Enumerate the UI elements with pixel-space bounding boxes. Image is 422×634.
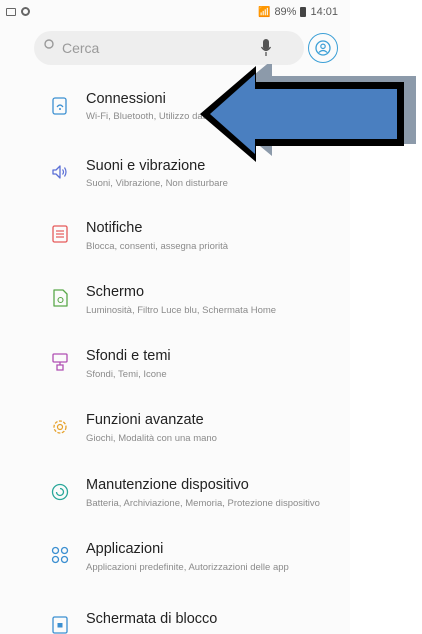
battery-icon	[300, 7, 307, 17]
item-subtitle: Suoni, Vibrazione, Non disturbare	[86, 178, 228, 189]
settings-item-schermata-blocco[interactable]: Schermata di blocco	[0, 588, 350, 634]
battery-percent: 89%	[274, 6, 297, 18]
settings-item-funzioni-avanzate[interactable]: Funzioni avanzate Giochi, Modalità con u…	[0, 396, 350, 460]
settings-item-schermo[interactable]: Schermo Luminosità, Filtro Luce blu, Sch…	[0, 268, 350, 332]
signal-icon: 📶	[257, 6, 271, 18]
item-subtitle: Luminosità, Filtro Luce blu, Schermata H…	[86, 305, 277, 316]
item-title: Schermata di blocco	[86, 611, 218, 627]
item-title: Notifiche	[86, 220, 143, 236]
settings-item-sfondi[interactable]: Sfondi e temi Sfondi, Temi, Icone	[0, 332, 350, 396]
status-left-icons	[6, 7, 30, 16]
search-bar[interactable]	[34, 31, 304, 65]
settings-item-manutenzione[interactable]: Manutenzione dispositivo Batteria, Archi…	[0, 460, 350, 524]
item-title: Sfondi e temi	[86, 348, 171, 364]
item-title: Funzioni avanzate	[86, 412, 204, 428]
wallpaper-icon	[52, 353, 68, 371]
left-arrow-annotation	[200, 64, 416, 162]
profile-button[interactable]	[308, 33, 338, 63]
advanced-features-icon	[53, 420, 67, 434]
item-title: Schermo	[86, 284, 145, 300]
device-maintenance-icon	[51, 483, 69, 501]
item-subtitle: Applicazioni predefinite, Autorizzazioni…	[86, 562, 289, 573]
settings-item-applicazioni[interactable]: Applicazioni Applicazioni predefinite, A…	[0, 524, 350, 588]
item-title: Connessioni	[86, 91, 166, 107]
item-title: Suoni e vibrazione	[86, 158, 206, 174]
item-subtitle: Giochi, Modalità con una mano	[86, 433, 217, 444]
status-right: 📶 89% 14:01	[258, 6, 338, 18]
notifications-icon	[52, 225, 68, 243]
item-title: Applicazioni	[86, 541, 164, 557]
search-input[interactable]	[62, 37, 262, 59]
apps-icon	[51, 546, 69, 564]
notification-dot-icon	[21, 7, 30, 16]
connections-icon	[52, 97, 67, 115]
status-bar: 📶 89% 14:01	[0, 0, 350, 28]
search-icon	[44, 39, 54, 49]
image-icon	[6, 7, 16, 16]
status-time: 14:01	[310, 6, 338, 18]
settings-item-notifiche[interactable]: Notifiche Blocca, consenti, assegna prio…	[0, 204, 350, 268]
item-subtitle: Blocca, consenti, assegna priorità	[86, 241, 229, 252]
lock-screen-icon	[52, 616, 68, 634]
item-subtitle: Sfondi, Temi, Icone	[86, 369, 167, 380]
microphone-icon[interactable]	[260, 38, 272, 58]
item-title: Manutenzione dispositivo	[86, 477, 249, 493]
profile-icon	[315, 40, 331, 56]
display-icon	[53, 289, 68, 307]
sound-icon	[52, 165, 67, 179]
item-subtitle: Batteria, Archiviazione, Memoria, Protez…	[86, 498, 320, 509]
